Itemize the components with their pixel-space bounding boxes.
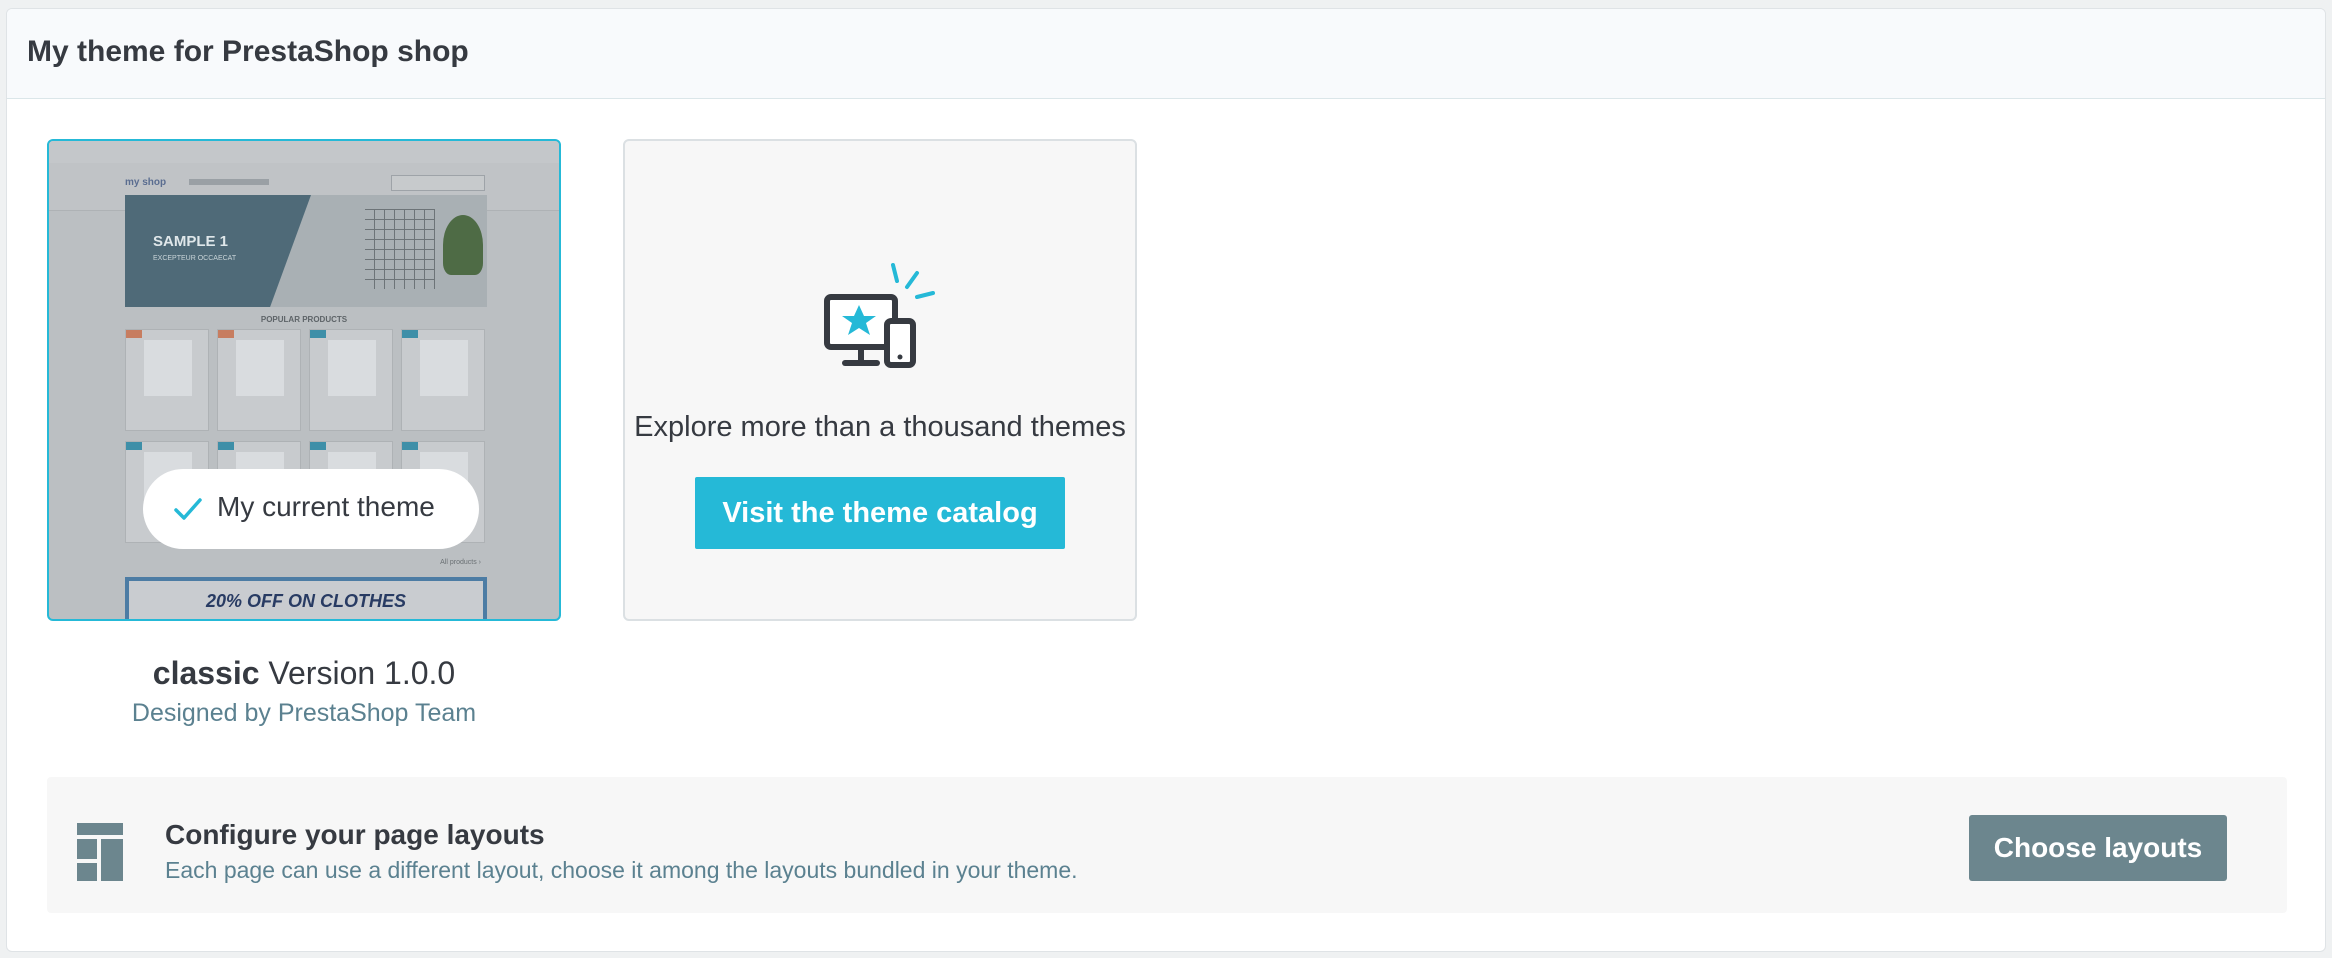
card-header: My theme for PrestaShop shop — [7, 9, 2325, 99]
thumbnail-new-badge — [218, 442, 234, 450]
devices-star-icon — [824, 263, 935, 368]
theme-name-version: classic Version 1.0.0 — [47, 655, 561, 692]
thumbnail-hero: SAMPLE 1 EXCEPTEUR OCCAECAT — [125, 195, 487, 307]
thumbnail-banner-text: 20% OFF ON CLOTHES — [205, 591, 407, 611]
thumbnail-section-title: POPULAR PRODUCTS — [260, 315, 348, 324]
thumbnail-new-badge — [310, 330, 326, 338]
current-theme-label: My current theme — [217, 491, 435, 522]
thumbnail-logo: my shop — [125, 177, 167, 188]
current-theme-badge: My current theme — [143, 469, 479, 549]
thumbnail-promo-banner: 20% OFF ON CLOTHES — [125, 577, 487, 619]
thumbnail-hero-plant — [443, 215, 483, 275]
thumbnail-new-badge — [126, 442, 142, 450]
theme-name: classic — [152, 655, 260, 691]
thumbnail-sale-badge — [218, 330, 234, 338]
thumbnail-search — [391, 175, 485, 191]
thumbnail-new-badge — [402, 330, 418, 338]
checkmark-icon — [174, 498, 202, 520]
theme-card: My theme for PrestaShop shop my shop SAM… — [6, 8, 2326, 952]
theme-version: Version 1.0.0 — [268, 655, 456, 691]
thumbnail-new-badge — [402, 442, 418, 450]
choose-layouts-button[interactable]: Choose layouts — [1969, 815, 2227, 881]
visit-theme-catalog-button[interactable]: Visit the theme catalog — [695, 477, 1065, 549]
theme-author: Designed by PrestaShop Team — [131, 699, 477, 727]
thumbnail-product — [125, 329, 209, 431]
thumbnail-new-badge — [310, 442, 326, 450]
page-title: My theme for PrestaShop shop — [27, 35, 469, 68]
thumbnail-hero-title: SAMPLE 1 — [153, 233, 229, 250]
thumbnail-menu — [189, 179, 269, 185]
thumbnail-hero-grid — [365, 209, 435, 289]
thumbnail-all-products-link: All products › — [440, 559, 481, 566]
catalog-description: Explore more than a thousand themes — [634, 411, 1126, 443]
page-layouts-section: Configure your page layouts Each page ca… — [47, 777, 2287, 913]
layout-grid-icon — [77, 823, 123, 881]
thumbnail-product — [401, 329, 485, 431]
layouts-title: Configure your page layouts — [165, 819, 545, 850]
thumbnail-product — [309, 329, 393, 431]
theme-catalog-card: Explore more than a thousand themes Visi… — [623, 139, 1137, 621]
thumbnail-sale-badge — [126, 330, 142, 338]
thumbnail-hero-subtitle: EXCEPTEUR OCCAECAT — [153, 255, 237, 262]
thumbnail-topbar — [49, 141, 559, 163]
thumbnail-product — [217, 329, 301, 431]
thumbnail-hero-band — [125, 195, 311, 307]
layouts-description: Each page can use a different layout, ch… — [165, 857, 1078, 883]
